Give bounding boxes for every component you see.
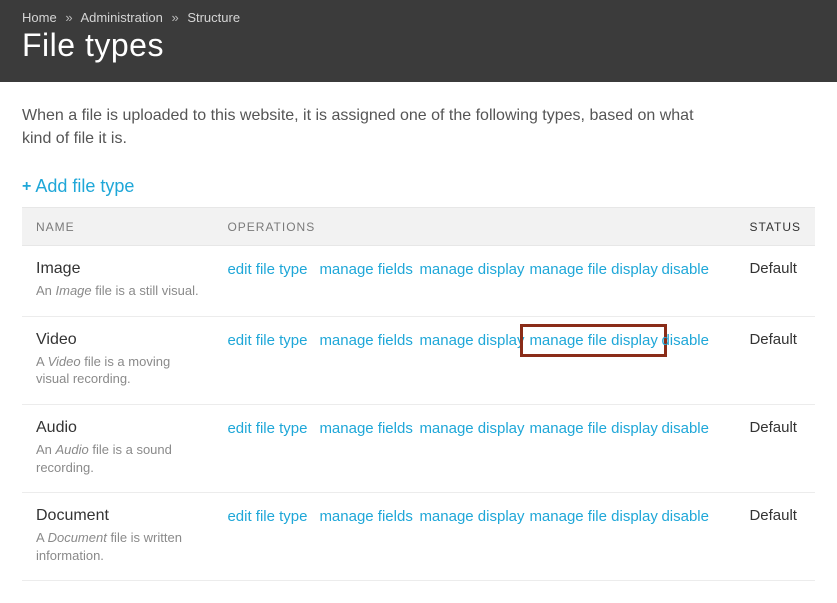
th-name: NAME	[22, 208, 213, 246]
intro-text: When a file is uploaded to this website,…	[22, 104, 702, 150]
manage-display-link[interactable]: manage display	[419, 419, 529, 439]
table-row: Video A Video file is a moving visual rec…	[22, 316, 815, 404]
highlighted-op: manage file display	[520, 324, 666, 358]
page-header: Home » Administration » Structure File t…	[0, 0, 837, 82]
breadcrumb-structure[interactable]: Structure	[187, 10, 240, 25]
add-file-type-link[interactable]: + Add file type	[22, 176, 134, 197]
table-row: Audio An Audio file is a sound recording.…	[22, 405, 815, 493]
name-cell: Video A Video file is a moving visual rec…	[22, 316, 213, 404]
manage-fields-link[interactable]: manage fields	[319, 331, 419, 351]
status-cell: Default	[735, 246, 815, 317]
name-cell: Image An Image file is a still visual.	[22, 246, 213, 317]
breadcrumb-sep: »	[65, 10, 72, 25]
disable-link[interactable]: disable	[661, 260, 721, 280]
edit-file-type-link[interactable]: edit file type	[227, 260, 319, 280]
file-type-desc: An Image file is a still visual.	[36, 282, 199, 300]
th-status: STATUS	[735, 208, 815, 246]
status-cell: Default	[735, 493, 815, 581]
manage-fields-link[interactable]: manage fields	[319, 507, 419, 527]
table-row: Image An Image file is a still visual. edi…	[22, 246, 815, 317]
file-types-table: NAME OPERATIONS STATUS Image An Image fil…	[22, 207, 815, 581]
disable-link[interactable]: disable	[661, 419, 721, 439]
status-cell: Default	[735, 316, 815, 404]
manage-file-display-link[interactable]: manage file display	[529, 260, 661, 280]
edit-file-type-link[interactable]: edit file type	[227, 507, 319, 527]
manage-file-display-link[interactable]: manage file display	[529, 331, 657, 351]
table-row: Document A Document file is written infor…	[22, 493, 815, 581]
disable-link[interactable]: disable	[661, 507, 721, 527]
name-cell: Document A Document file is written infor…	[22, 493, 213, 581]
file-type-desc: A Document file is written information.	[36, 529, 199, 564]
manage-fields-link[interactable]: manage fields	[319, 419, 419, 439]
edit-file-type-link[interactable]: edit file type	[227, 331, 319, 351]
operations-cell: edit file typemanage fieldsmanage displa…	[213, 493, 735, 581]
file-type-name: Audio	[36, 419, 199, 437]
operations-cell: edit file typemanage fieldsmanage displa…	[213, 316, 735, 404]
breadcrumb-administration[interactable]: Administration	[80, 10, 162, 25]
name-cell: Audio An Audio file is a sound recording.	[22, 405, 213, 493]
edit-file-type-link[interactable]: edit file type	[227, 419, 319, 439]
file-type-name: Image	[36, 260, 199, 278]
operations-cell: edit file typemanage fieldsmanage displa…	[213, 246, 735, 317]
breadcrumb-home[interactable]: Home	[22, 10, 57, 25]
breadcrumb-sep: »	[171, 10, 178, 25]
manage-display-link[interactable]: manage display	[419, 260, 529, 280]
manage-display-link[interactable]: manage display	[419, 507, 529, 527]
disable-link[interactable]: disable	[661, 331, 721, 351]
file-type-name: Video	[36, 331, 199, 349]
manage-fields-link[interactable]: manage fields	[319, 260, 419, 280]
manage-file-display-link[interactable]: manage file display	[529, 419, 661, 439]
add-link-label: Add file type	[35, 176, 134, 197]
content-region: When a file is uploaded to this website,…	[0, 82, 837, 603]
th-operations: OPERATIONS	[213, 208, 735, 246]
operations-cell: edit file typemanage fieldsmanage displa…	[213, 405, 735, 493]
file-type-name: Document	[36, 507, 199, 525]
manage-display-link[interactable]: manage display	[419, 331, 529, 351]
plus-icon: +	[22, 178, 31, 196]
file-type-desc: An Audio file is a sound recording.	[36, 441, 199, 476]
page-title: File types	[22, 27, 815, 64]
manage-file-display-link[interactable]: manage file display	[529, 507, 661, 527]
file-type-desc: A Video file is a moving visual recordin…	[36, 353, 199, 388]
status-cell: Default	[735, 405, 815, 493]
breadcrumb: Home » Administration » Structure	[22, 10, 815, 25]
